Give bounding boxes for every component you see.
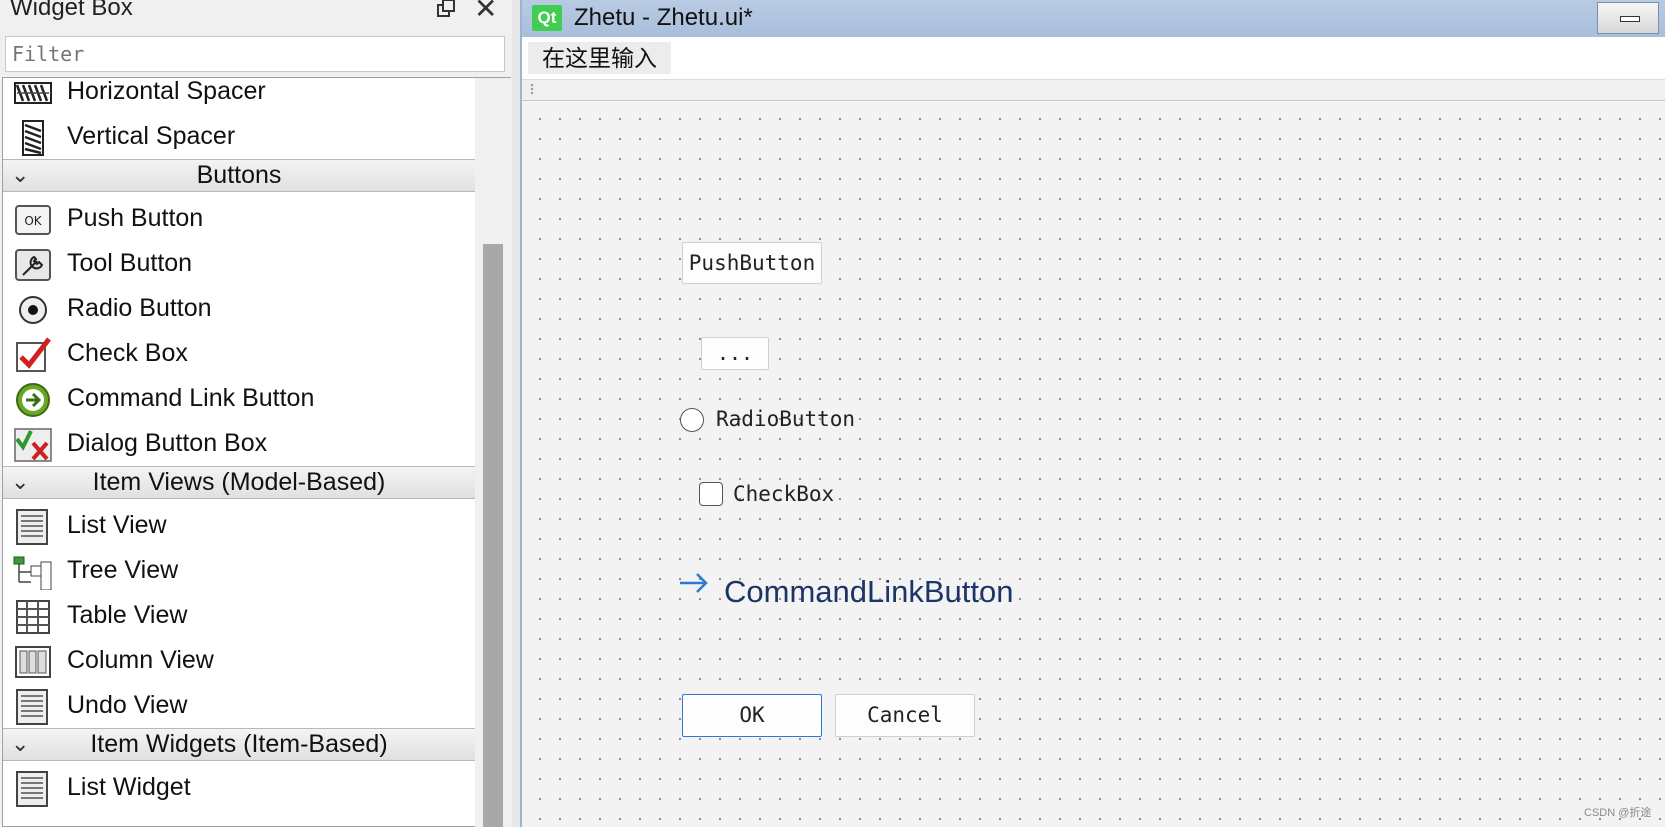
widget-item-label: List View	[67, 511, 167, 539]
widget-list: Horizontal Spacer Vertical Spacer ⌄ Buttons…	[2, 77, 511, 827]
category-header[interactable]: ⌄ Item Views (Model-Based)	[3, 466, 475, 499]
tree-view-icon	[13, 556, 52, 590]
dialog-button-box-icon	[14, 428, 52, 462]
command-link-button-icon	[16, 383, 50, 417]
widget-item[interactable]: Command Link Button	[3, 376, 475, 424]
menu-bar: 在这里输入	[522, 37, 1665, 79]
qt-logo-icon: Qt	[532, 5, 562, 31]
widget-item-label: Tool Button	[67, 249, 193, 277]
widget-list-scrollbar[interactable]	[475, 78, 511, 827]
widget-item-label: Vertical Spacer	[67, 122, 236, 150]
form-window: Qt Zhetu - Zhetu.ui* 在这里输入 PushButton ..…	[520, 0, 1665, 827]
radio-button-label: RadioButton	[716, 407, 856, 431]
cancel-button[interactable]: Cancel	[835, 694, 975, 737]
widget-item-label: Undo View	[67, 691, 188, 719]
watermark: CSDN @折途	[1584, 807, 1652, 819]
push-button-icon: OK	[15, 205, 51, 235]
list-view-icon	[16, 509, 48, 545]
command-link-label: CommandLinkButton	[724, 574, 1014, 609]
form-canvas[interactable]: PushButton ... RadioButton CheckBox Comm…	[522, 101, 1665, 827]
splitter-handle[interactable]	[512, 0, 520, 827]
widget-item-label: Table View	[67, 601, 188, 629]
widget-item[interactable]: Column View	[3, 638, 475, 686]
widget-item-label: Horizontal Spacer	[67, 77, 266, 105]
checkbox-square-icon	[699, 482, 723, 506]
category-header[interactable]: ⌄ Buttons	[3, 159, 475, 192]
list-widget-icon	[16, 771, 48, 807]
widget-item-label: Tree View	[67, 556, 179, 584]
minimize-button[interactable]	[1597, 2, 1659, 34]
check-box-icon	[16, 337, 51, 372]
widget-item[interactable]: Tool Button	[3, 241, 475, 289]
widget-item[interactable]: Check Box	[3, 331, 475, 379]
float-icon[interactable]	[436, 0, 458, 20]
category-header[interactable]: ⌄ Item Widgets (Item-Based)	[3, 728, 475, 761]
widget-item[interactable]: Vertical Spacer	[3, 114, 475, 162]
widget-item-label: Check Box	[67, 339, 188, 367]
widget-item[interactable]: Horizontal Spacer	[3, 77, 475, 117]
toolbar-area	[522, 79, 1665, 101]
category-label: Item Widgets (Item-Based)	[90, 730, 388, 758]
horizontal-spacer-icon	[14, 82, 52, 104]
widget-item[interactable]: Tree View	[3, 548, 475, 596]
widget-item[interactable]: Table View	[3, 593, 475, 641]
widget-item-label: Radio Button	[67, 294, 212, 322]
arrow-right-icon	[680, 573, 708, 593]
widget-item-label: Command Link Button	[67, 384, 315, 412]
minimize-icon	[1620, 16, 1640, 22]
form-title: Zhetu - Zhetu.ui*	[574, 4, 753, 31]
widget-box-title: Widget Box	[10, 0, 133, 21]
widget-item-label: Column View	[67, 646, 214, 674]
close-icon[interactable]: ✕	[474, 0, 497, 24]
widget-item-label: Dialog Button Box	[67, 429, 268, 457]
widget-item-label: Push Button	[67, 204, 204, 232]
vertical-spacer-icon	[22, 120, 44, 156]
undo-view-icon	[16, 689, 48, 725]
radio-button-icon	[19, 296, 47, 324]
push-button-widget[interactable]: PushButton	[682, 242, 822, 284]
widget-item[interactable]: OK Push Button	[3, 196, 475, 244]
svg-text:OK: OK	[24, 214, 42, 228]
widget-box-panel: Widget Box ✕ Horizontal Spacer Vertical S…	[0, 0, 518, 827]
column-view-icon	[15, 646, 51, 678]
widget-item[interactable]: Radio Button	[3, 286, 475, 334]
toolbar-grip-icon[interactable]	[530, 83, 534, 95]
tool-button-widget[interactable]: ...	[701, 337, 769, 370]
table-view-icon	[16, 600, 50, 634]
form-titlebar: Qt Zhetu - Zhetu.ui*	[522, 0, 1665, 37]
radio-circle-icon	[680, 408, 704, 432]
category-label: Item Views (Model-Based)	[92, 468, 386, 496]
widget-item[interactable]: List View	[3, 503, 475, 551]
menu-type-here[interactable]: 在这里输入	[528, 42, 671, 74]
ok-button[interactable]: OK	[682, 694, 822, 737]
check-box-label: CheckBox	[733, 482, 835, 506]
scrollbar-thumb[interactable]	[483, 244, 503, 827]
filter-input[interactable]	[5, 36, 505, 72]
widget-item[interactable]: List Widget	[3, 765, 475, 813]
widget-item[interactable]: Dialog Button Box	[3, 421, 475, 469]
category-label: Buttons	[196, 161, 282, 189]
tool-button-icon	[15, 249, 51, 281]
widget-item[interactable]: Undo View	[3, 683, 475, 731]
widget-item-label: List Widget	[67, 773, 191, 801]
